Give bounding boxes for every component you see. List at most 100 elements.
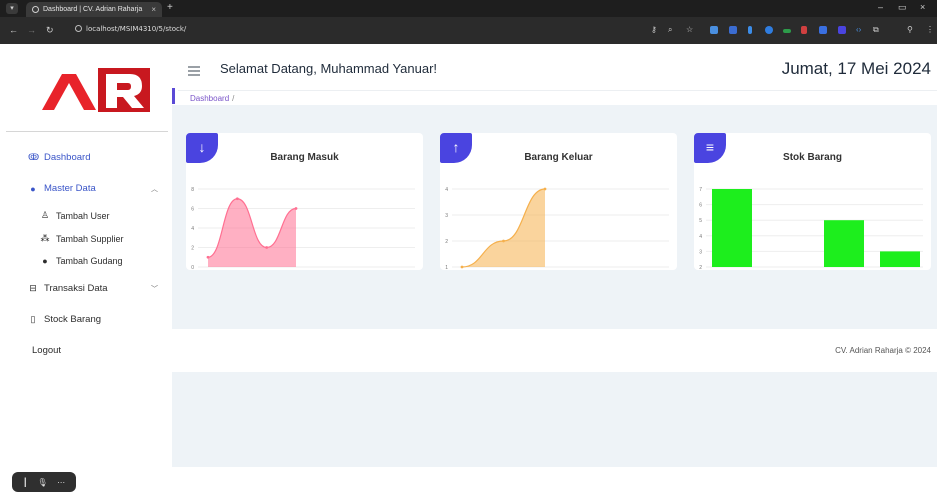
- data-point: [543, 187, 547, 191]
- tab-menu-icon[interactable]: ▾: [6, 3, 18, 14]
- data-point: [265, 246, 269, 249]
- data-point: [206, 255, 210, 259]
- more-icon[interactable]: ⋯: [57, 478, 65, 487]
- card-title: Stok Barang: [783, 152, 842, 163]
- card-barang-masuk: ↓ Barang Masuk 86420: [186, 133, 423, 270]
- profile-icon[interactable]: ⚲: [907, 25, 913, 34]
- card-barang-keluar: ↑ Barang Keluar 4321: [440, 133, 677, 270]
- window-close-icon[interactable]: ×: [920, 2, 925, 12]
- extension-icon[interactable]: [710, 26, 718, 34]
- sidebar-item-master-data[interactable]: ● Master Data ︿: [28, 183, 158, 194]
- y-tick-label: 6: [699, 203, 702, 209]
- sidebar-item-label: Tambah User: [56, 210, 110, 221]
- extension-icon[interactable]: [838, 26, 846, 34]
- y-tick-label: 8: [191, 187, 194, 193]
- y-tick-label: 4: [445, 187, 448, 193]
- sidebar-item-label: Logout: [32, 345, 62, 356]
- sidebar-item-dashboard[interactable]: ↂ Dashboard: [28, 152, 90, 163]
- hamburger-menu-icon[interactable]: [188, 66, 200, 78]
- breadcrumb-separator: /: [232, 94, 235, 103]
- code-icon[interactable]: ‹›: [856, 25, 861, 34]
- y-tick-label: 0: [191, 265, 194, 270]
- data-point: [294, 207, 298, 210]
- bar: [712, 189, 752, 267]
- sidebar-item-tambah-supplier[interactable]: ⁂ Tambah Supplier: [40, 233, 124, 244]
- star-icon[interactable]: ☆: [686, 25, 693, 34]
- y-tick-label: 2: [699, 265, 702, 270]
- data-point: [460, 265, 464, 269]
- y-tick-label: 7: [699, 187, 702, 193]
- extension-icon[interactable]: [783, 29, 791, 33]
- sidebar-item-tambah-gudang[interactable]: ● Tambah Gudang: [40, 256, 123, 266]
- breadcrumb-accent: [172, 88, 175, 104]
- sidebar-item-transaksi-data[interactable]: ⊟ Transaksi Data ﹀: [28, 283, 158, 294]
- chevron-up-icon: ︿: [151, 185, 158, 193]
- sidebar-item-label: Tambah Gudang: [56, 256, 123, 266]
- new-tab-button[interactable]: +: [167, 2, 173, 13]
- card-title: Barang Masuk: [270, 152, 339, 163]
- user-icon: ♙: [40, 210, 50, 220]
- sidebar-item-tambah-user[interactable]: ♙ Tambah User: [40, 210, 110, 221]
- extensions-icon[interactable]: ⧉: [873, 25, 879, 35]
- card-stok-barang: ≡ Stok Barang 765432: [694, 133, 931, 270]
- page: AR ↂ Dashboard ● Master Data ︿ ♙ Tambah …: [0, 44, 937, 501]
- sidebar-item-label: Master Data: [44, 183, 96, 194]
- dashboard-icon: ↂ: [28, 152, 40, 162]
- bar: [880, 251, 920, 267]
- forward-icon[interactable]: →: [27, 25, 36, 35]
- sidebar-divider: [6, 131, 168, 132]
- sidebar-item-logout[interactable]: Logout: [32, 345, 61, 356]
- zoom-icon[interactable]: ⌕: [668, 25, 672, 35]
- company-logo: AR: [42, 68, 150, 112]
- breadcrumb: Dashboard /: [190, 94, 234, 103]
- y-tick-label: 2: [191, 246, 194, 252]
- y-tick-label: 3: [445, 213, 448, 219]
- sidebar-item-label: Dashboard: [44, 152, 91, 163]
- y-tick-label: 5: [699, 218, 702, 224]
- sidebar-item-label: Stock Barang: [44, 314, 102, 325]
- minimize-icon[interactable]: –: [878, 2, 883, 12]
- file-icon: ▯: [30, 314, 36, 324]
- data-point: [235, 197, 239, 201]
- tab-close-icon[interactable]: ×: [151, 5, 156, 14]
- drag-handle-icon[interactable]: ┃: [23, 478, 28, 487]
- microphone-icon[interactable]: 🎙: [37, 478, 47, 487]
- y-tick-label: 4: [699, 234, 702, 240]
- site-info-icon[interactable]: [75, 25, 82, 32]
- y-tick-label: 1: [445, 265, 448, 270]
- chart-stok-barang: 7 6 5 4 3 2: [699, 187, 923, 270]
- welcome-message: Selamat Datang, Muhammad Yanuar!: [220, 61, 438, 76]
- back-icon[interactable]: ←: [9, 25, 18, 35]
- menu-icon[interactable]: ⋮: [926, 25, 934, 34]
- breadcrumb-dashboard[interactable]: Dashboard: [190, 94, 229, 103]
- main-content: Selamat Datang, Muhammad Yanuar! Jumat, …: [172, 44, 937, 501]
- restore-icon[interactable]: ▭: [898, 2, 907, 13]
- page-header: Selamat Datang, Muhammad Yanuar! Jumat, …: [172, 44, 937, 105]
- browser-tab-bar: ▾ Dashboard | CV. Adrian Raharja × + – ▭…: [0, 0, 937, 17]
- voice-toolbar[interactable]: ┃ 🎙 ⋯: [12, 472, 76, 492]
- sidebar-item-stock-barang[interactable]: ▯ Stock Barang: [28, 314, 102, 325]
- footer: CV. Adrian Raharja © 2024: [172, 329, 937, 372]
- copyright-text: CV. Adrian Raharja © 2024: [835, 346, 931, 355]
- card-title: Barang Keluar: [524, 152, 593, 163]
- favicon-icon: [32, 6, 39, 13]
- reload-icon[interactable]: ↻: [46, 25, 54, 36]
- layout-icon: ⊟: [29, 283, 37, 293]
- key-icon[interactable]: ⚷: [651, 25, 657, 34]
- database-icon: ●: [30, 183, 36, 194]
- sidebar-item-label: Tambah Supplier: [56, 233, 124, 244]
- extension-icon[interactable]: [729, 26, 737, 34]
- bar: [824, 220, 864, 267]
- tab-title: Dashboard | CV. Adrian Raharja: [43, 6, 143, 13]
- url-field[interactable]: localhost/MSIM4310/5/stock/: [75, 25, 186, 33]
- header-divider: [178, 90, 937, 91]
- browser-tab[interactable]: Dashboard | CV. Adrian Raharja ×: [26, 2, 162, 17]
- extension-icon[interactable]: [765, 26, 773, 34]
- extension-icon[interactable]: [819, 26, 827, 34]
- extension-icon[interactable]: [748, 26, 752, 34]
- chart-barang-masuk: 8 6 4 2 0: [191, 187, 415, 270]
- address-bar: ← → ↻ localhost/MSIM4310/5/stock/ ⚷ ⌕ ☆ …: [0, 17, 937, 44]
- sidebar-item-label: Transaksi Data: [44, 283, 108, 294]
- extension-icon[interactable]: [801, 26, 807, 34]
- url-text: localhost/MSIM4310/5/stock/: [86, 25, 187, 33]
